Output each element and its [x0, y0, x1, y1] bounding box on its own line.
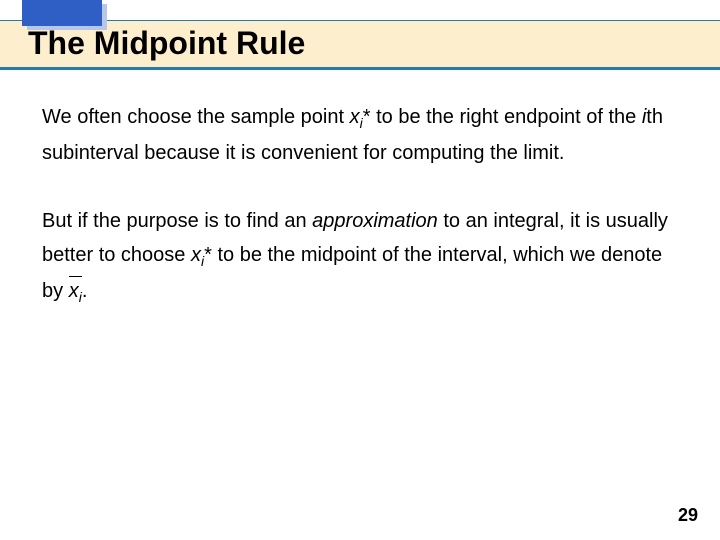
body-text: We often choose the sample point xi* to …	[42, 100, 682, 309]
paragraph-1: We often choose the sample point xi* to …	[42, 100, 682, 170]
title-accent-box	[22, 0, 102, 26]
x-bar-symbol: xi	[69, 274, 82, 310]
paragraph-2: But if the purpose is to find an approxi…	[42, 204, 682, 310]
xi-star-2: *	[204, 244, 212, 266]
approximation-word: approximation	[312, 210, 438, 232]
xbar-var: x	[69, 280, 79, 302]
overbar	[69, 276, 82, 277]
p2-period: .	[82, 280, 88, 302]
p2-text-1: But if the purpose is to find an	[42, 210, 312, 232]
xi-var-2: x	[191, 244, 201, 266]
p1-text-2: to be the right endpoint of the	[371, 106, 642, 128]
xi-var: x	[350, 106, 360, 128]
page-number: 29	[678, 505, 698, 526]
xbar-sub: i	[79, 289, 82, 305]
xi-star: *	[363, 106, 371, 128]
slide-title: The Midpoint Rule	[28, 25, 305, 62]
p1-text-1: We often choose the sample point	[42, 106, 350, 128]
